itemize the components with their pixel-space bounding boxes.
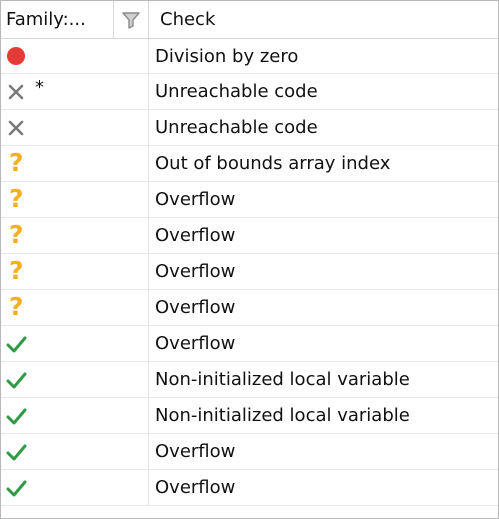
check-cell[interactable]: Overflow	[149, 434, 498, 469]
table-row[interactable]: Non-initialized local variable	[1, 398, 498, 434]
table-row[interactable]: Overflow	[1, 470, 498, 506]
check-column-label: Check	[160, 9, 216, 30]
check-cell[interactable]: Overflow	[149, 290, 498, 325]
table-row[interactable]: ? Overflow	[1, 290, 498, 326]
question-mark-icon: ?	[9, 183, 24, 213]
red-dot-icon	[4, 44, 28, 68]
family-cell[interactable]: ?	[1, 290, 149, 325]
family-cell[interactable]: ?	[1, 146, 149, 181]
table-row[interactable]: Division by zero	[1, 39, 498, 74]
check-cell[interactable]: Out of bounds array index	[149, 146, 498, 181]
family-column-header[interactable]: Family:...	[1, 1, 113, 38]
table-row[interactable]: Unreachable code	[1, 110, 498, 146]
check-column-header[interactable]: Check	[149, 1, 498, 38]
table-row[interactable]: ? Out of bounds array index	[1, 146, 498, 182]
family-column-label: Family:...	[6, 9, 86, 30]
question-mark-icon: ?	[9, 291, 24, 321]
check-cell[interactable]: Overflow	[149, 218, 498, 253]
table-row[interactable]: ? Overflow	[1, 254, 498, 290]
check-cell[interactable]: Overflow	[149, 182, 498, 217]
family-cell[interactable]	[1, 362, 149, 397]
check-cell[interactable]: Division by zero	[149, 39, 498, 73]
green-check-icon	[4, 404, 28, 428]
family-cell[interactable]: ?	[1, 182, 149, 217]
check-cell[interactable]: Overflow	[149, 470, 498, 505]
family-cell[interactable]: *	[1, 74, 149, 109]
table-row[interactable]: ? Overflow	[1, 218, 498, 254]
gray-x-icon	[4, 80, 28, 104]
green-check-icon	[4, 368, 28, 392]
green-check-icon	[4, 332, 28, 356]
family-cell[interactable]	[1, 110, 149, 145]
results-table: Family:... Check Division by zero * Unreac…	[0, 0, 499, 519]
family-cell[interactable]: ?	[1, 218, 149, 253]
filter-column-header[interactable]	[113, 1, 149, 38]
check-cell[interactable]: Unreachable code	[149, 110, 498, 145]
table-row[interactable]: ? Overflow	[1, 182, 498, 218]
green-check-icon	[4, 476, 28, 500]
check-cell[interactable]: Unreachable code	[149, 74, 498, 109]
family-cell[interactable]	[1, 39, 149, 73]
filter-icon[interactable]	[121, 10, 141, 30]
table-row[interactable]: Overflow	[1, 434, 498, 470]
question-mark-icon: ?	[9, 255, 24, 285]
family-cell[interactable]	[1, 326, 149, 361]
green-check-icon	[4, 440, 28, 464]
table-row[interactable]: * Unreachable code	[1, 74, 498, 110]
family-cell[interactable]	[1, 434, 149, 469]
family-cell[interactable]: ?	[1, 254, 149, 289]
orange-question-icon: ?	[4, 183, 28, 213]
family-cell[interactable]	[1, 398, 149, 433]
table-row[interactable]: Overflow	[1, 326, 498, 362]
table-header: Family:... Check	[1, 1, 498, 39]
orange-question-icon: ?	[4, 291, 28, 321]
check-cell[interactable]: Overflow	[149, 254, 498, 289]
question-mark-icon: ?	[9, 219, 24, 249]
question-mark-icon: ?	[9, 147, 24, 177]
orange-question-icon: ?	[4, 147, 28, 177]
check-cell[interactable]: Overflow	[149, 326, 498, 361]
row-marker: *	[35, 77, 44, 98]
table-body: Division by zero * Unreachable code Unreach…	[1, 39, 498, 506]
orange-question-icon: ?	[4, 255, 28, 285]
check-cell[interactable]: Non-initialized local variable	[149, 362, 498, 397]
orange-question-icon: ?	[4, 219, 28, 249]
check-cell[interactable]: Non-initialized local variable	[149, 398, 498, 433]
red-circle-icon	[7, 47, 25, 65]
family-cell[interactable]	[1, 470, 149, 505]
gray-x-icon	[4, 116, 28, 140]
table-row[interactable]: Non-initialized local variable	[1, 362, 498, 398]
